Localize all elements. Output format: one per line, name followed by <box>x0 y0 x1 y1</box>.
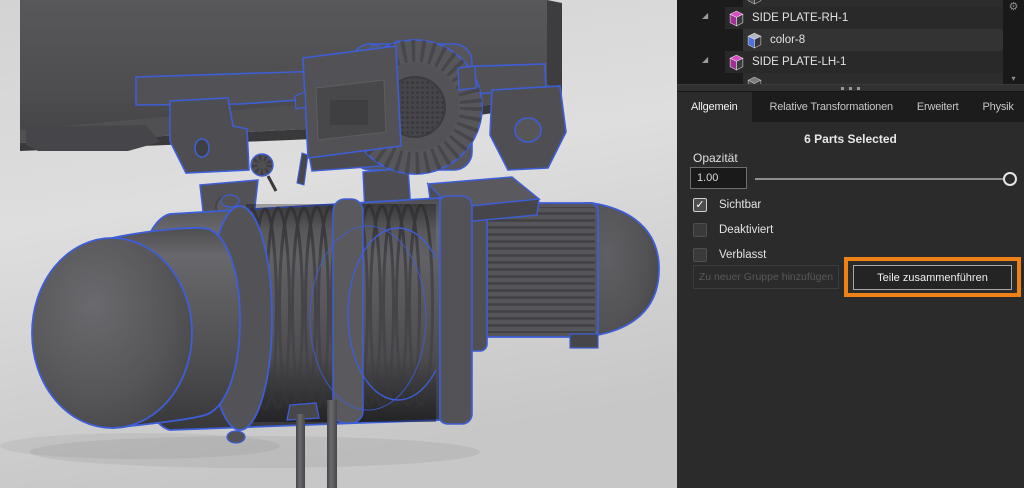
tree-item-label: SIDE PLATE-LH-1 <box>752 56 846 68</box>
checkbox-label: Verblasst <box>719 249 766 261</box>
tree-expanded-arrow-icon[interactable]: ◢ <box>702 11 708 20</box>
tree-item-label: SIDE PLATE-RH-1 <box>752 12 848 24</box>
opacity-input[interactable] <box>690 167 747 189</box>
opacity-label: Opazität <box>693 151 738 165</box>
tree-row-color-8[interactable]: color-8 <box>677 29 1003 51</box>
checkbox-verblasst[interactable] <box>693 248 707 262</box>
app-window: ◢ SIDE PLATE-RH-1 <box>0 0 1024 488</box>
viewport-3d[interactable] <box>0 0 677 488</box>
drum-end-cap <box>32 228 240 428</box>
scene-tree: ◢ SIDE PLATE-RH-1 <box>677 0 1024 84</box>
mesh-cube-icon <box>746 0 763 5</box>
checkbox-row-verblasst[interactable]: Verblasst <box>693 247 766 263</box>
add-to-group-button[interactable]: Zu neuer Gruppe hinzufügen <box>693 265 839 289</box>
panel-splitter-handle[interactable] <box>677 84 1024 92</box>
checkbox-sichtbar[interactable]: ✓ <box>693 198 707 212</box>
tab-allgemein[interactable]: Allgemein <box>677 92 752 122</box>
opacity-slider[interactable] <box>755 171 1016 187</box>
mesh-cube-icon <box>746 76 763 85</box>
checkbox-label: Sichtbar <box>719 199 761 211</box>
tree-scrollbar[interactable]: ⚙ ▾ <box>1003 0 1024 84</box>
right-panel: ◢ SIDE PLATE-RH-1 <box>677 0 1024 488</box>
tree-row-partial-bottom[interactable] <box>677 73 1003 84</box>
checkbox-row-sichtbar[interactable]: ✓ Sichtbar <box>693 197 761 213</box>
gear-icon[interactable]: ⚙ <box>1003 0 1024 14</box>
tree-row-side-plate-lh-1[interactable]: ◢ SIDE PLATE-LH-1 <box>677 51 1003 73</box>
part-cube-icon <box>728 54 745 71</box>
tree-row-partial-top[interactable] <box>677 0 1003 7</box>
tab-physik[interactable]: Physik <box>971 92 1024 122</box>
checkbox-deaktiviert[interactable] <box>693 223 707 237</box>
tab-erweitert[interactable]: Erweitert <box>905 92 971 122</box>
selection-status: 6 Parts Selected <box>677 132 1024 146</box>
tree-expanded-arrow-icon[interactable]: ◢ <box>702 55 708 64</box>
mesh-cube-icon <box>746 32 763 49</box>
properties-panel: 6 Parts Selected Opazität ✓ Sichtbar Dea… <box>677 122 1024 488</box>
properties-tabbar: Allgemein Relative Transformationen Erwe… <box>677 92 1024 122</box>
hoist-3d-render <box>0 0 677 488</box>
merge-parts-button[interactable]: Teile zusammenführen <box>853 265 1012 290</box>
tree-item-label: color-8 <box>770 34 805 46</box>
tree-row-side-plate-rh-1[interactable]: ◢ SIDE PLATE-RH-1 <box>677 7 1003 29</box>
part-cube-icon <box>728 10 745 27</box>
checkbox-label: Deaktiviert <box>719 224 773 236</box>
slider-track[interactable] <box>755 178 1012 180</box>
checkbox-row-deaktiviert[interactable]: Deaktiviert <box>693 222 773 238</box>
scroll-down-icon[interactable]: ▾ <box>1003 73 1024 84</box>
tab-relative-transformationen[interactable]: Relative Transformationen <box>758 92 905 122</box>
slider-handle[interactable] <box>1003 172 1017 186</box>
gear-housing-band <box>438 196 472 424</box>
